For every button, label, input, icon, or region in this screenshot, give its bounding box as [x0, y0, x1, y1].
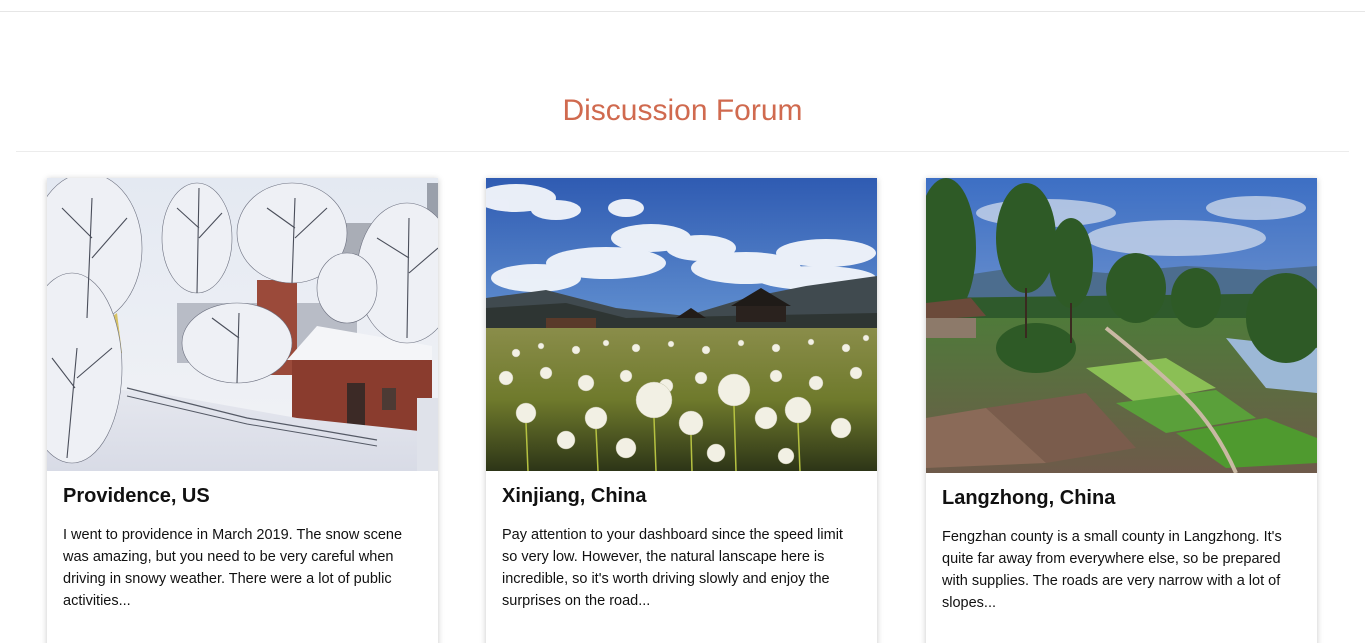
- forum-card-langzhong[interactable]: Langzhong, China Fengzhan county is a sm…: [926, 178, 1317, 643]
- snow-scene-image: [47, 178, 438, 471]
- dandelion-field-image: [486, 178, 877, 471]
- card-description: I went to providence in March 2019. The …: [63, 527, 403, 609]
- page: Discussion Forum Providence, US I went t…: [0, 0, 1365, 643]
- header-border: [0, 11, 1365, 12]
- page-title: Discussion Forum: [562, 94, 803, 127]
- title-divider: [16, 151, 1349, 152]
- card-description: Fengzhan county is a small county in Lan…: [942, 529, 1282, 611]
- card-title: Xinjiang, China: [502, 485, 647, 507]
- forum-card-providence[interactable]: Providence, US I went to providence in M…: [47, 178, 438, 643]
- forum-card-xinjiang[interactable]: Xinjiang, China Pay attention to your da…: [486, 178, 877, 643]
- xinjiang-photo[interactable]: [486, 178, 877, 471]
- providence-photo[interactable]: [47, 178, 438, 471]
- card-description: Pay attention to your dashboard since th…: [502, 527, 843, 609]
- card-title: Langzhong, China: [942, 487, 1116, 509]
- countryside-image: [926, 178, 1317, 473]
- card-title: Providence, US: [63, 485, 210, 507]
- langzhong-photo[interactable]: [926, 178, 1317, 473]
